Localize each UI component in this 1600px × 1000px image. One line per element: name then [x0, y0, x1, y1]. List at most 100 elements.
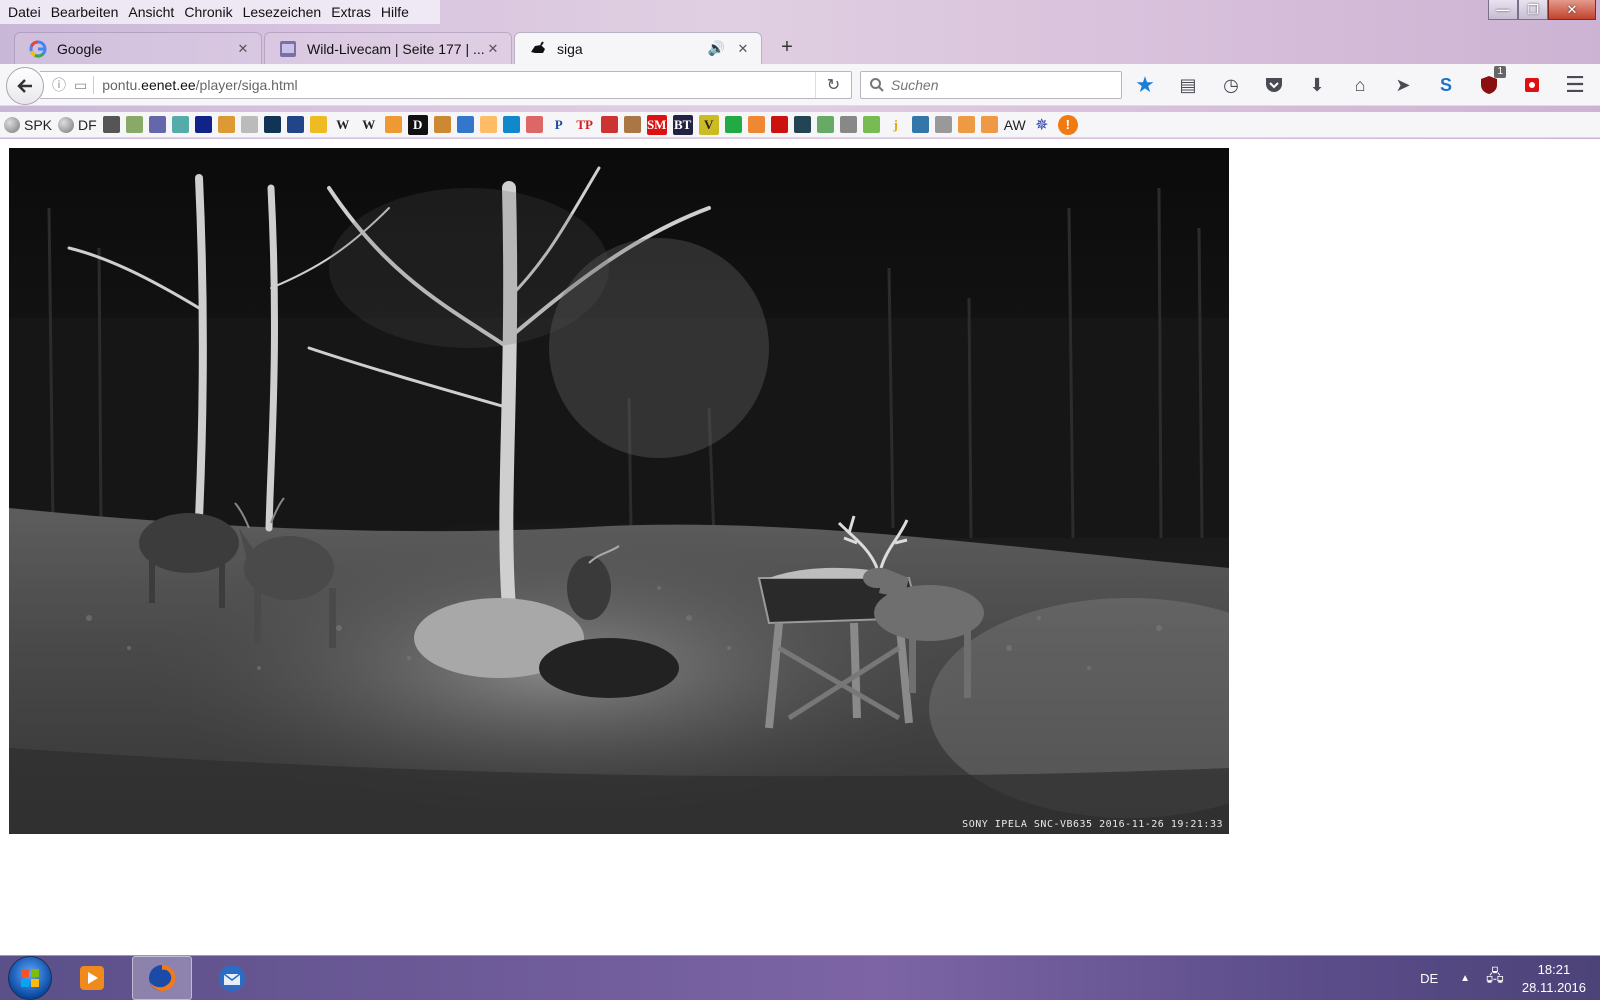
- maximize-button[interactable]: ❐: [1518, 0, 1548, 20]
- close-window-button[interactable]: ✕: [1548, 0, 1596, 20]
- bookmark-v[interactable]: V: [698, 114, 719, 135]
- bookmark-arr[interactable]: [747, 116, 765, 133]
- bookmark-ob[interactable]: [102, 116, 120, 133]
- bookmark-sun[interactable]: [980, 116, 998, 133]
- search-input[interactable]: [891, 77, 1101, 93]
- bookmark-bdu[interactable]: [502, 116, 520, 133]
- menu-datei[interactable]: Datei: [4, 1, 45, 23]
- bookmark-blk[interactable]: [816, 116, 834, 133]
- address-bar[interactable]: ⓘ ▭ pontu.eenet.ee/player/siga.html ↻: [40, 71, 852, 99]
- ublock-icon[interactable]: 1: [1474, 66, 1506, 100]
- bookmark-news[interactable]: [286, 116, 304, 133]
- bookmark-tr[interactable]: [456, 116, 474, 133]
- search-bar[interactable]: [860, 71, 1122, 99]
- speaker-icon[interactable]: 🔊: [708, 40, 725, 57]
- addon-red-icon[interactable]: [1517, 70, 1547, 100]
- yt-icon: [770, 116, 788, 133]
- bookmark-w[interactable]: W: [333, 115, 353, 135]
- firefox-app[interactable]: [132, 956, 192, 1000]
- bookmark-sun[interactable]: [957, 116, 975, 133]
- bookmark-book[interactable]: [433, 116, 451, 133]
- boar-icon: [529, 40, 547, 58]
- addon-badge: 1: [1494, 66, 1506, 78]
- history-icon[interactable]: ◷: [1216, 70, 1246, 100]
- bookmark-w[interactable]: W: [359, 115, 379, 135]
- bookmark-eye[interactable]: [934, 116, 952, 133]
- menu-bearbeiten[interactable]: Bearbeiten: [47, 1, 123, 23]
- clock[interactable]: 18:21 28.11.2016: [1522, 961, 1586, 997]
- start-button[interactable]: [8, 956, 52, 1000]
- tab-wild-livecam[interactable]: Wild-Livecam | Seite 177 | ... ✕: [264, 32, 512, 64]
- media-player-icon: [80, 966, 104, 990]
- livecam-video[interactable]: SONY IPELA SNC-VB635 2016-11-26 19:21:33: [9, 148, 1229, 834]
- bookmark-map[interactable]: [240, 116, 258, 133]
- tab-close-icon[interactable]: ✕: [235, 41, 251, 57]
- new-tab-button[interactable]: +: [772, 32, 802, 62]
- bookmark-lion[interactable]: [623, 116, 641, 133]
- bookmark-dgf[interactable]: [125, 116, 143, 133]
- menu-extras[interactable]: Extras: [327, 1, 375, 23]
- bookmark-glb[interactable]: [839, 116, 857, 133]
- bookmark-j[interactable]: j: [886, 115, 906, 135]
- bookmark-vk[interactable]: [911, 116, 929, 133]
- bookmark-sph[interactable]: [171, 116, 189, 133]
- bookmark-smiley[interactable]: [309, 116, 327, 133]
- bookmark-gold[interactable]: [384, 116, 402, 133]
- thunderbird-icon: [219, 965, 245, 991]
- download-icon[interactable]: ⬇: [1302, 70, 1332, 100]
- tab-close-icon[interactable]: ✕: [735, 41, 751, 57]
- v-icon: V: [698, 114, 719, 135]
- menu-chronik[interactable]: Chronik: [180, 1, 236, 23]
- home-icon[interactable]: ⌂: [1345, 70, 1375, 100]
- bookmark-star-icon[interactable]: ★: [1130, 70, 1160, 100]
- bookmark-sky[interactable]: [217, 116, 235, 133]
- bookmark-img[interactable]: [148, 116, 166, 133]
- menu-lesezeichen[interactable]: Lesezeichen: [239, 1, 326, 23]
- bookmark-grn[interactable]: [724, 116, 742, 133]
- bookmark-df[interactable]: DF: [58, 116, 97, 133]
- media-player-app[interactable]: [62, 956, 122, 1000]
- bookmark-bar[interactable]: [862, 116, 880, 133]
- network-icon[interactable]: 🖧: [1486, 965, 1504, 992]
- bdu-icon: [502, 116, 520, 133]
- bookmark-tp[interactable]: TP: [575, 115, 595, 135]
- bookmark-mt[interactable]: [793, 116, 811, 133]
- bookmark-aw[interactable]: AW: [1004, 117, 1026, 133]
- bookmark-bt[interactable]: BT: [672, 114, 693, 135]
- x-icon: [525, 116, 543, 133]
- bookmark-yt[interactable]: [770, 116, 788, 133]
- bookmark-x[interactable]: [525, 116, 543, 133]
- ard-icon: [263, 116, 281, 133]
- page-actions-icon[interactable]: ▭: [74, 77, 87, 94]
- bookmark-spk[interactable]: SPK: [4, 116, 52, 133]
- book-icon: [433, 116, 451, 133]
- bookmark-nt[interactable]: [194, 116, 212, 133]
- pocket-icon[interactable]: [1259, 70, 1289, 100]
- bookmark-warning[interactable]: !: [1057, 114, 1078, 135]
- menu-hilfe[interactable]: Hilfe: [377, 1, 413, 23]
- bookmark-d[interactable]: D: [407, 114, 428, 135]
- back-button[interactable]: [6, 67, 44, 105]
- tray-expand-icon[interactable]: ▲: [1460, 973, 1470, 984]
- bookmark-mx[interactable]: [479, 116, 497, 133]
- bookmark-ard[interactable]: [263, 116, 281, 133]
- hamburger-menu-icon[interactable]: ☰: [1560, 70, 1590, 100]
- bookmark-sm[interactable]: SM: [646, 114, 667, 135]
- send-icon[interactable]: ➤: [1388, 70, 1418, 100]
- minimize-button[interactable]: —: [1488, 0, 1518, 20]
- url-text[interactable]: pontu.eenet.ee/player/siga.html: [102, 77, 815, 93]
- tab-google[interactable]: Google ✕: [14, 32, 262, 64]
- thunderbird-app[interactable]: [202, 956, 262, 1000]
- bookmarks-menu-icon[interactable]: ▤: [1173, 70, 1203, 100]
- bookmark-wheel[interactable]: ✵: [1032, 115, 1052, 135]
- language-indicator[interactable]: DE: [1420, 971, 1438, 986]
- info-icon[interactable]: ⓘ: [52, 75, 66, 95]
- bookmark-plane[interactable]: [600, 116, 618, 133]
- reload-icon[interactable]: ↻: [815, 72, 851, 98]
- menu-ansicht[interactable]: Ansicht: [124, 1, 178, 23]
- tab-close-icon[interactable]: ✕: [485, 41, 501, 57]
- bookmark-p[interactable]: P: [549, 115, 569, 135]
- skype-icon[interactable]: S: [1431, 70, 1461, 100]
- smiley-icon: [309, 116, 327, 133]
- tab-siga[interactable]: siga 🔊 ✕: [514, 32, 762, 64]
